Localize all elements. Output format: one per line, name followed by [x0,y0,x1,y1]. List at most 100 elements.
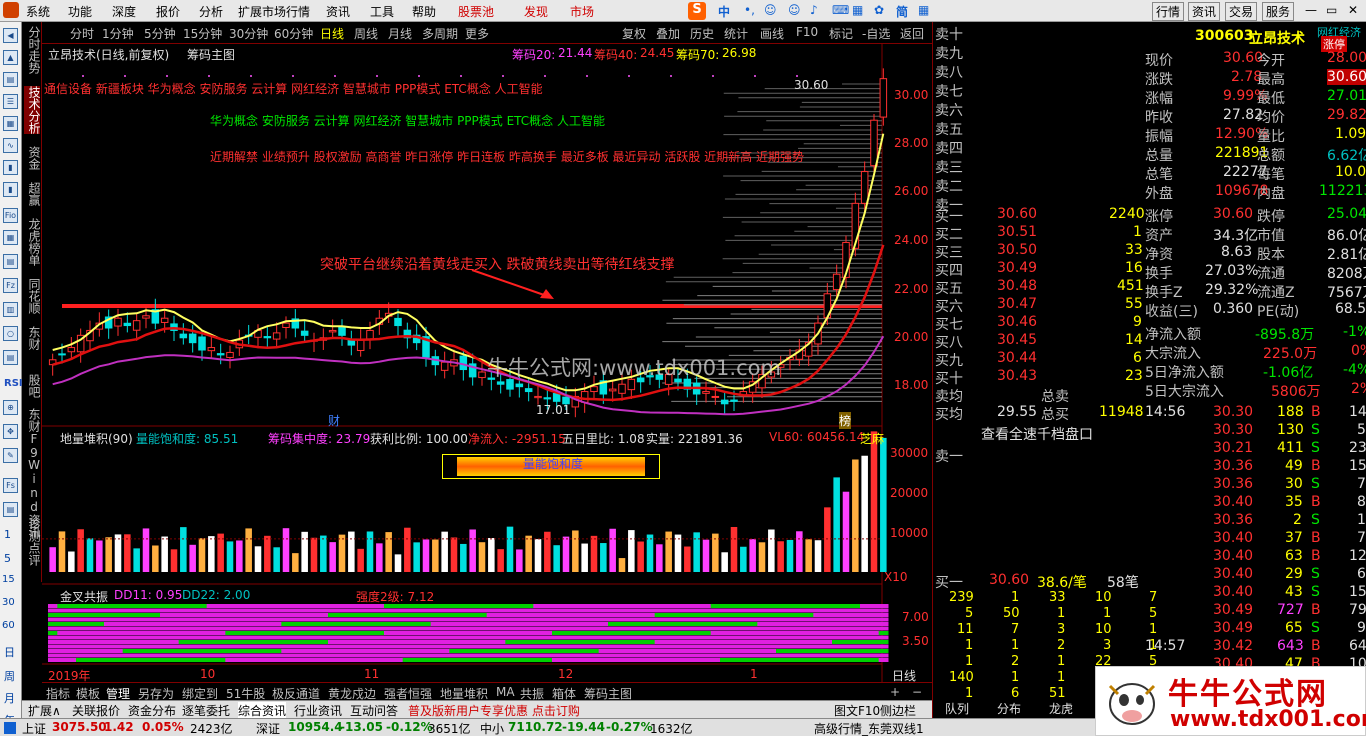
period-5[interactable]: 5 [4,552,11,565]
ime-keyboard-icon[interactable]: ⌨ [832,3,849,17]
vtab-ths[interactable]: 同花顺 [24,278,41,314]
trend-icon[interactable]: ∿ [3,138,18,153]
vtab-tech-analysis[interactable]: 技术分析 [24,86,41,134]
menu-function[interactable]: 功能 [68,3,92,20]
info-tab-entrust[interactable]: 逐笔委托 [182,702,230,719]
info-tab-f10[interactable]: 图文F10 [834,702,880,719]
tool-draw[interactable]: 画线 [760,25,784,42]
nav-up-icon[interactable]: ▲ [3,50,18,65]
app-icon[interactable] [3,2,19,18]
period-tab-month[interactable]: 月线 [388,25,412,42]
vtab-em-f9[interactable]: 东财F9 [24,408,41,460]
period-tab-60m[interactable]: 60分钟 [274,25,313,42]
ime-tool-icon[interactable]: ✿ [874,3,884,17]
kline-icon[interactable]: ▮ [3,182,18,197]
sz-name[interactable]: 深证 [256,720,280,736]
volume-panel-title[interactable]: 地量堆积(90) [60,430,133,447]
ime-logo-icon[interactable]: S [688,2,706,20]
vtab-intraday[interactable]: 分时走势 [24,26,41,74]
ime-mode[interactable]: 中 [718,3,730,20]
info-tab-industry[interactable]: 行业资讯 [294,702,342,719]
close-button[interactable]: ✕ [1348,3,1358,17]
info-tab-sidebar[interactable]: 侧边栏 [880,702,916,719]
info-tab-promo[interactable]: 普及版新用户专享优惠 点击订购 [408,702,580,719]
zoom-out-button[interactable]: − [912,685,922,699]
rsi-icon[interactable]: RSI [4,378,23,389]
full-depth-link[interactable]: 查看全速千档盘口 [981,424,1093,444]
circle-icon[interactable]: ○ [3,326,18,341]
menu-news[interactable]: 资讯 [326,3,350,20]
ime-grid-icon[interactable]: ▦ [918,3,929,17]
top-service-button[interactable]: 服务 [1262,2,1295,21]
menu-ext-market[interactable]: 扩展市场行情 [238,3,310,20]
vtab-funds[interactable]: 资金 [24,146,41,170]
page-icon[interactable]: ▤ [3,72,18,87]
nav-back-icon[interactable]: ◀ [3,28,18,43]
zx-name[interactable]: 中小 [480,720,504,736]
menu-quote[interactable]: 报价 [156,3,180,20]
vtab-guba[interactable]: 股吧 [24,374,41,398]
finance-marker[interactable]: 财 [328,412,340,429]
period-15[interactable]: 15 [2,574,15,585]
vtab-diagnose[interactable]: 诊测点评 [24,518,41,566]
tab-dragon[interactable]: 龙虎 [1049,700,1073,717]
period-tab-more[interactable]: 更多 [465,25,489,42]
info-tab-expand[interactable]: 扩展∧ [28,702,61,719]
candle-icon[interactable]: ▮ [3,160,18,175]
table-icon[interactable]: ▦ [3,230,18,245]
period-30[interactable]: 30 [2,597,15,608]
period-tab-multi[interactable]: 多周期 [422,25,458,42]
period-tab-15m[interactable]: 15分钟 [183,25,222,42]
period-60[interactable]: 60 [2,620,15,631]
top-news-button[interactable]: 资讯 [1188,2,1221,21]
connection-status[interactable]: 高级行情_东莞双线1 [814,720,924,736]
book-icon[interactable]: ▤ [3,502,18,517]
period-tab-30m[interactable]: 30分钟 [229,25,268,42]
tool-back[interactable]: 返回 [900,25,924,42]
vtab-super[interactable]: 超赢 [24,182,41,206]
ime-punct-icon[interactable]: •, [744,3,755,17]
chart-area[interactable]: 立昂技术(日线,前复权) 筹码主图 筹码20: 21.44 筹码40: 24.4… [42,44,932,684]
zoom-icon[interactable]: ⊕ [3,400,18,415]
list-icon[interactable]: ☰ [3,94,18,109]
doc-icon[interactable]: ▤ [3,254,18,269]
tool-f10[interactable]: F10 [796,25,818,39]
period-tab-week[interactable]: 周线 [354,25,378,42]
menu-discover[interactable]: 发现 [524,3,548,20]
fio-icon[interactable]: Fio [3,208,18,223]
ime-simplified[interactable]: 简 [896,3,908,20]
ime-clothes-icon[interactable]: ▦ [852,3,863,17]
tool-self-select[interactable]: -自选 [862,25,890,42]
info-tab-fund-dist[interactable]: 资金分布 [128,702,176,719]
ind-tab-10[interactable]: MA [496,685,515,699]
top-trade-button[interactable]: 交易 [1225,2,1258,21]
zoom-in-button[interactable]: + [890,685,900,699]
fs-icon[interactable]: Fs [3,478,18,493]
ime-voice-icon[interactable]: ♪ [810,3,818,17]
tab-distribution[interactable]: 分布 [997,700,1021,717]
vtab-eastmoney[interactable]: 东财 [24,326,41,350]
cross-panel-title[interactable]: 金叉共振 [60,588,108,605]
period-1[interactable]: 1 [4,528,11,541]
menu-help[interactable]: 帮助 [412,3,436,20]
info-tab-related[interactable]: 关联报价 [72,702,120,719]
period-tab-1m[interactable]: 1分钟 [102,25,134,42]
period-month[interactable]: 月 [4,690,15,706]
news-icon[interactable]: ▤ [3,350,18,365]
move-icon[interactable]: ✥ [3,424,18,439]
fz-icon[interactable]: Fz [3,278,18,293]
menu-system[interactable]: 系统 [26,3,50,20]
restore-button[interactable]: ▭ [1326,3,1337,17]
sh-name[interactable]: 上证 [22,720,46,736]
ime-skin-icon[interactable]: ☺ [764,3,777,17]
info-tab-news[interactable]: 综合资讯 [238,702,287,719]
period-week[interactable]: 周 [4,668,15,684]
menu-market[interactable]: 市场 [570,3,594,20]
tool-history[interactable]: 历史 [690,25,714,42]
top-quote-button[interactable]: 行情 [1152,2,1185,21]
period-tab-day[interactable]: 日线 [320,25,344,42]
menu-analysis[interactable]: 分析 [199,3,223,20]
chart-icon[interactable]: ▥ [3,302,18,317]
tool-overlay[interactable]: 叠加 [656,25,680,42]
info-tab-qa[interactable]: 互动问答 [350,702,398,719]
